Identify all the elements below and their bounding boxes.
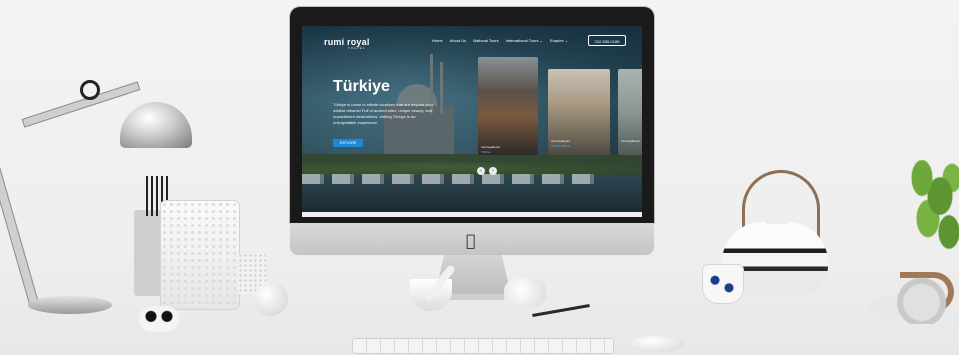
screen-bottom-bar [302,212,642,217]
nav-link-international-tours[interactable]: International Tours ⌄ [506,38,543,43]
explore-button[interactable]: EXPLORE [333,139,363,147]
plant-decor [904,160,959,250]
card-caption: rumiroyaltours [621,139,641,143]
desk-lamp-arm-lower [0,145,40,309]
panda-figurine [139,306,179,332]
slider-prev-button[interactable]: ‹ [477,167,485,175]
hero-title: Türkiye [333,78,390,95]
card-tag[interactable]: Türkiye [481,150,491,154]
crumpled-paper [504,278,546,308]
decor-ball [254,282,288,316]
site-logo-subtitle: TRAVEL [348,46,366,50]
mouse [630,336,684,352]
destination-card[interactable]: rumiroyaltours [618,69,642,155]
nav-link-home[interactable]: Home [432,38,443,43]
nav-link-about[interactable]: About Us [450,38,466,43]
imac-chin:  [290,223,654,255]
slider-next-button[interactable]: › [489,167,497,175]
hero-description: Türkiye is home to infinite locations th… [333,102,434,125]
main-nav: Home About Us National Tours Internation… [432,38,568,43]
destination-card[interactable]: rumiroyaltours Türkiye [478,57,538,155]
apple-logo-icon:  [466,231,476,250]
card-image [478,57,538,155]
nav-link-enquire[interactable]: Enquire ⌄ [550,38,568,43]
pen [532,303,590,318]
hero-boats [302,174,602,184]
headphones [846,270,954,324]
perforated-holder [160,200,240,310]
keyboard [352,338,614,354]
nav-link-national-tours[interactable]: National Tours [473,38,499,43]
card-caption: rumiroyaltours [551,139,571,143]
desk-lamp-head [120,102,192,148]
minaret [440,62,443,114]
card-tag[interactable]: Türkiye-Bursa [551,144,570,148]
tea-cup [702,264,744,304]
destination-card[interactable]: rumiroyaltours Türkiye-Bursa [548,69,610,155]
phone-button[interactable]: 202-555-0188 [588,35,626,46]
desk-lamp-joint [80,80,100,100]
desk-lamp-base [28,296,112,314]
card-caption: rumiroyaltours [481,145,501,149]
website-screen: rumi royal TRAVEL Home About Us National… [302,26,642,212]
site-header: rumi royal TRAVEL Home About Us National… [302,26,642,56]
